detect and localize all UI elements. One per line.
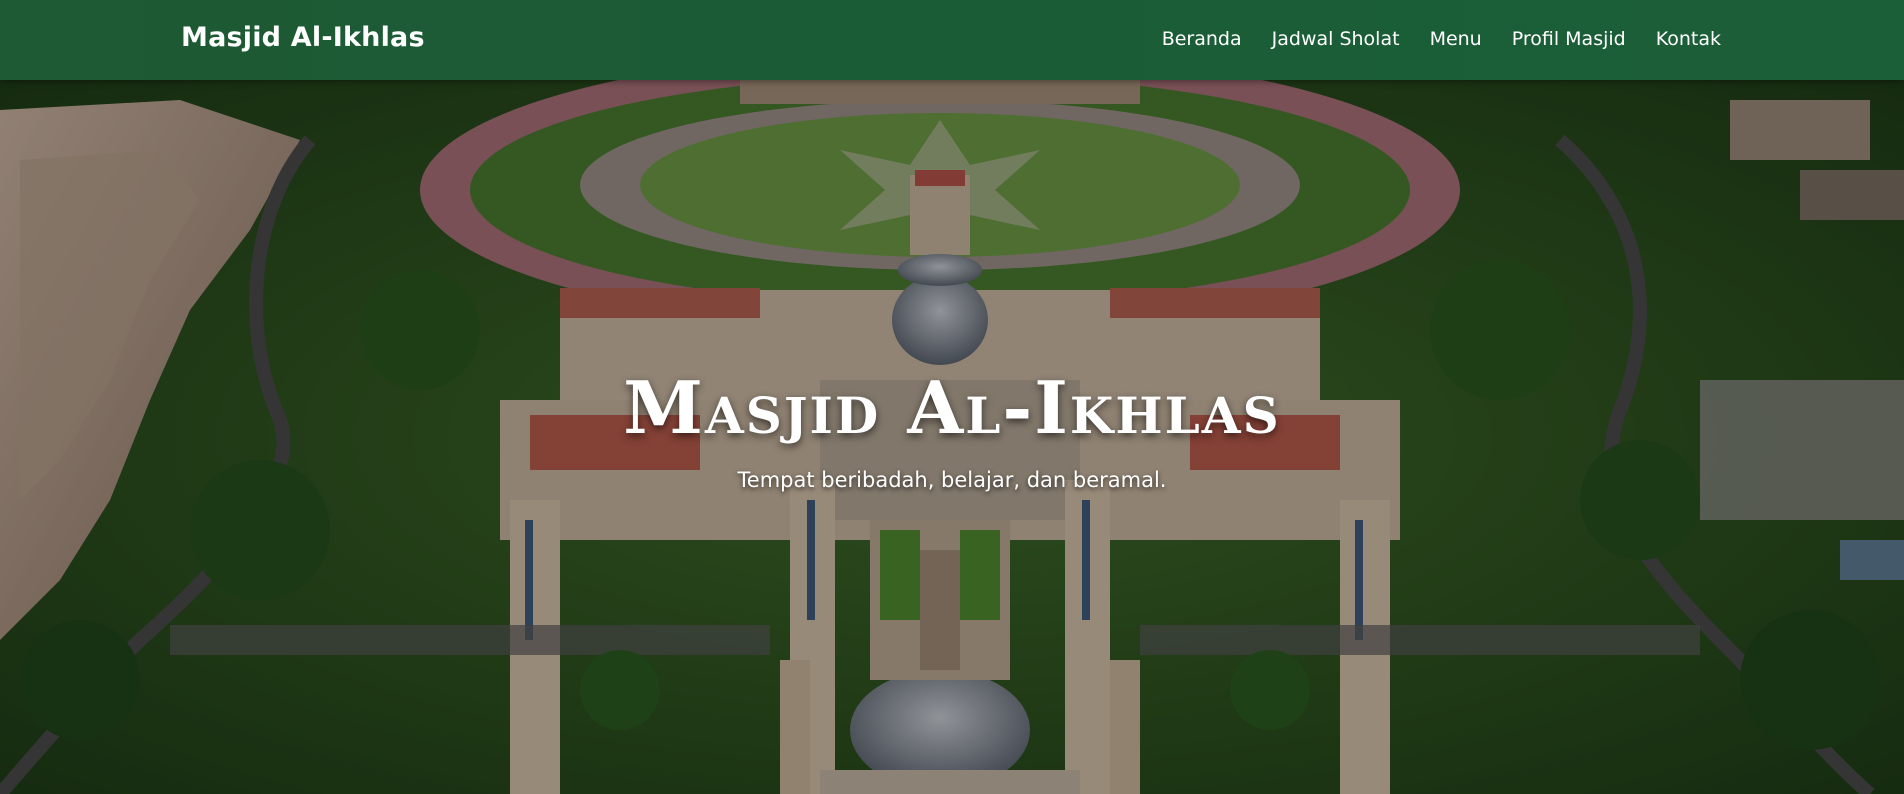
hero-section: Masjid Al-Ikhlas Tempat beribadah, belaj…: [0, 80, 1904, 794]
nav-link-menu[interactable]: Menu: [1430, 28, 1482, 50]
nav-link-kontak[interactable]: Kontak: [1656, 28, 1721, 50]
navbar: Masjid Al-Ikhlas Beranda Jadwal Sholat M…: [0, 0, 1904, 80]
nav-link-jadwal-sholat[interactable]: Jadwal Sholat: [1272, 28, 1400, 50]
nav-links: Beranda Jadwal Sholat Menu Profil Masjid…: [1162, 28, 1721, 50]
nav-link-profil-masjid[interactable]: Profil Masjid: [1512, 28, 1626, 50]
nav-link-beranda[interactable]: Beranda: [1162, 28, 1242, 50]
brand-logo-text[interactable]: Masjid Al-Ikhlas: [181, 22, 425, 53]
hero-title: Masjid Al-Ikhlas: [623, 365, 1281, 450]
hero-subtitle: Tempat beribadah, belajar, dan beramal.: [737, 468, 1167, 492]
